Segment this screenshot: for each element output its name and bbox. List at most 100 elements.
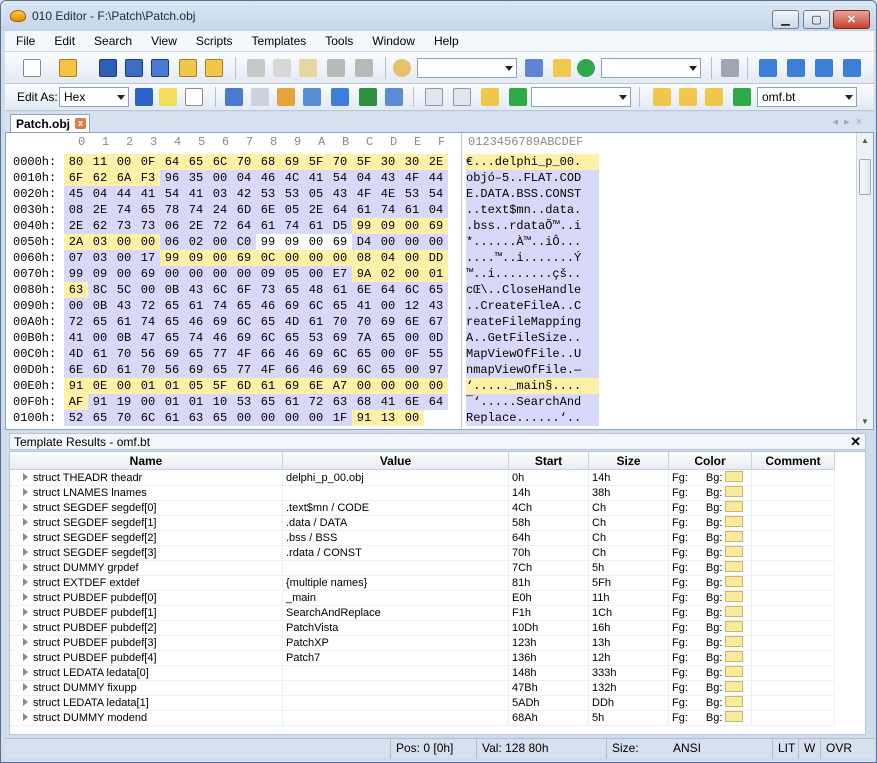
template-row[interactable]: struct SEGDEF segdef[3] .rdata / CONST 70h… (10, 546, 835, 561)
hex-byte[interactable]: 74 (280, 218, 304, 234)
hex-byte[interactable]: 00 (424, 378, 448, 394)
hex-byte[interactable]: 09 (376, 218, 400, 234)
menu-tools[interactable]: Tools (314, 34, 361, 48)
hex-byte[interactable]: 65 (208, 362, 232, 378)
hex-byte[interactable]: 53 (280, 186, 304, 202)
hex-byte[interactable]: 55 (424, 346, 448, 362)
hex-byte[interactable]: 65 (136, 202, 160, 218)
hex-byte[interactable]: 73 (112, 218, 136, 234)
hex-byte[interactable]: 46 (304, 362, 328, 378)
hex-byte[interactable]: 02 (184, 234, 208, 250)
hex-byte[interactable]: 72 (136, 298, 160, 314)
hex-byte[interactable]: 72 (64, 314, 88, 330)
hex-row[interactable]: 0040h: 2E 62 73 73 06 2E 72 64 61 74 61 D5 99 09 00 69 (6, 218, 461, 234)
hex-byte[interactable]: 64 (232, 218, 256, 234)
template-row[interactable]: struct SEGDEF segdef[1] .data / DATA 58h Ch… (10, 516, 835, 531)
status-ovr[interactable]: OVR (820, 739, 860, 759)
template-row[interactable]: struct PUBDEF pubdef[3] PatchXP 123h 13h Fg:… (10, 636, 835, 651)
template-edit-icon[interactable] (453, 88, 471, 106)
hex-byte[interactable]: 05 (184, 378, 208, 394)
ascii-row[interactable]: ‘....._main§.... (466, 378, 599, 394)
template-open-icon[interactable] (425, 88, 443, 106)
hex-byte[interactable]: 69 (328, 330, 352, 346)
expand-arrow-icon[interactable] (23, 668, 28, 676)
hex-byte[interactable]: 65 (208, 410, 232, 426)
hex-byte[interactable]: 65 (160, 330, 184, 346)
hex-byte[interactable]: 65 (376, 362, 400, 378)
menu-window[interactable]: Window (361, 34, 423, 48)
hex-byte[interactable]: 66 (256, 346, 280, 362)
hex-byte[interactable]: 61 (184, 298, 208, 314)
hex-byte[interactable]: 69 (376, 314, 400, 330)
expand-arrow-icon[interactable] (23, 563, 28, 571)
find-icon[interactable] (393, 59, 411, 77)
ascii-row[interactable]: reateFileMapping (466, 314, 599, 330)
hex-byte[interactable]: 63 (64, 282, 88, 298)
hex-byte[interactable]: 00 (232, 410, 256, 426)
column-size[interactable]: Size (589, 452, 669, 470)
column-color[interactable]: Color (669, 452, 752, 470)
scroll-down-icon[interactable]: ▼ (861, 417, 869, 426)
template-row[interactable]: struct LEDATA ledata[0] 148h 333h Fg: Bg: (10, 666, 835, 681)
color-swatch[interactable] (725, 531, 744, 542)
hex-byte[interactable]: 41 (352, 298, 376, 314)
hex-row[interactable]: 00C0h: 4D 61 70 56 69 65 77 4F 66 46 69 6C 65 00 0F 55 (6, 346, 461, 362)
font-icon[interactable] (135, 88, 153, 106)
hex-byte[interactable]: 19 (112, 394, 136, 410)
hex-byte[interactable]: 61 (112, 314, 136, 330)
hex-byte[interactable]: 61 (160, 410, 184, 426)
hex-byte[interactable]: 09 (280, 234, 304, 250)
hex-byte[interactable]: 04 (424, 202, 448, 218)
hex-row[interactable]: 00A0h: 72 65 61 74 65 46 69 6C 65 4D 61 70 70 69 6E 67 (6, 314, 461, 330)
maximize-button[interactable]: ▢ (803, 10, 830, 29)
redo-icon[interactable] (355, 59, 373, 77)
hex-byte[interactable]: 4C (280, 170, 304, 186)
hex-byte[interactable]: 44 (112, 186, 136, 202)
color-swatch[interactable] (725, 696, 744, 707)
hex-byte[interactable]: 6C (208, 282, 232, 298)
hex-byte[interactable]: 4F (400, 170, 424, 186)
hex-byte[interactable]: 80 (64, 154, 88, 170)
hex-byte[interactable]: 61 (88, 346, 112, 362)
expand-arrow-icon[interactable] (23, 683, 28, 691)
hex-byte[interactable]: 62 (88, 218, 112, 234)
hex-byte[interactable]: 0D (424, 330, 448, 346)
hex-byte[interactable]: 00 (376, 346, 400, 362)
hex-byte[interactable]: 6F (232, 282, 256, 298)
hex-byte[interactable]: 73 (136, 218, 160, 234)
hex-byte[interactable]: 01 (136, 378, 160, 394)
hex-byte[interactable]: 65 (88, 314, 112, 330)
hex-byte[interactable]: 05 (280, 266, 304, 282)
scroll-up-icon[interactable]: ▲ (861, 136, 869, 145)
hex-byte[interactable]: 00 (304, 234, 328, 250)
hex-byte[interactable]: 00 (112, 234, 136, 250)
hex-byte[interactable]: 00 (424, 234, 448, 250)
save-icon[interactable] (99, 59, 117, 77)
hex-row[interactable]: 00F0h: AF 91 19 00 01 01 10 53 65 61 72 63 68 41 6E 64 (6, 394, 461, 410)
save-all-icon[interactable] (151, 59, 169, 77)
hex-byte[interactable]: 00 (400, 330, 424, 346)
hex-byte[interactable]: 06 (160, 234, 184, 250)
hex-byte[interactable]: 43 (376, 170, 400, 186)
ascii-row[interactable]: Replace......‘.. (466, 410, 599, 426)
run-template-file-icon[interactable] (733, 88, 751, 106)
hex-byte[interactable]: 46 (208, 330, 232, 346)
hex-byte[interactable]: 2E (64, 218, 88, 234)
template-row[interactable]: struct PUBDEF pubdef[4] Patch7 136h 12h Fg: B… (10, 651, 835, 666)
hex-byte[interactable]: 70 (328, 314, 352, 330)
ascii-row[interactable]: €...delphi_p_00. (466, 154, 599, 170)
color-swatch[interactable] (725, 711, 744, 722)
hex-byte[interactable]: 00 (400, 362, 424, 378)
hex-byte[interactable]: 00 (232, 266, 256, 282)
hex-byte[interactable]: 44 (424, 170, 448, 186)
undo-icon[interactable] (327, 59, 345, 77)
ascii-row[interactable]: ..text$mn..data. (466, 202, 599, 218)
base-convert-icon[interactable] (385, 88, 403, 106)
hex-byte[interactable]: 41 (304, 170, 328, 186)
hex-byte[interactable]: 91 (64, 378, 88, 394)
ascii-row[interactable]: ....™..i.......Ý (466, 250, 599, 266)
hex-byte[interactable]: 4D (280, 314, 304, 330)
hex-byte[interactable]: 0B (160, 282, 184, 298)
hex-byte[interactable]: 00 (136, 394, 160, 410)
hex-byte[interactable]: 61 (352, 202, 376, 218)
